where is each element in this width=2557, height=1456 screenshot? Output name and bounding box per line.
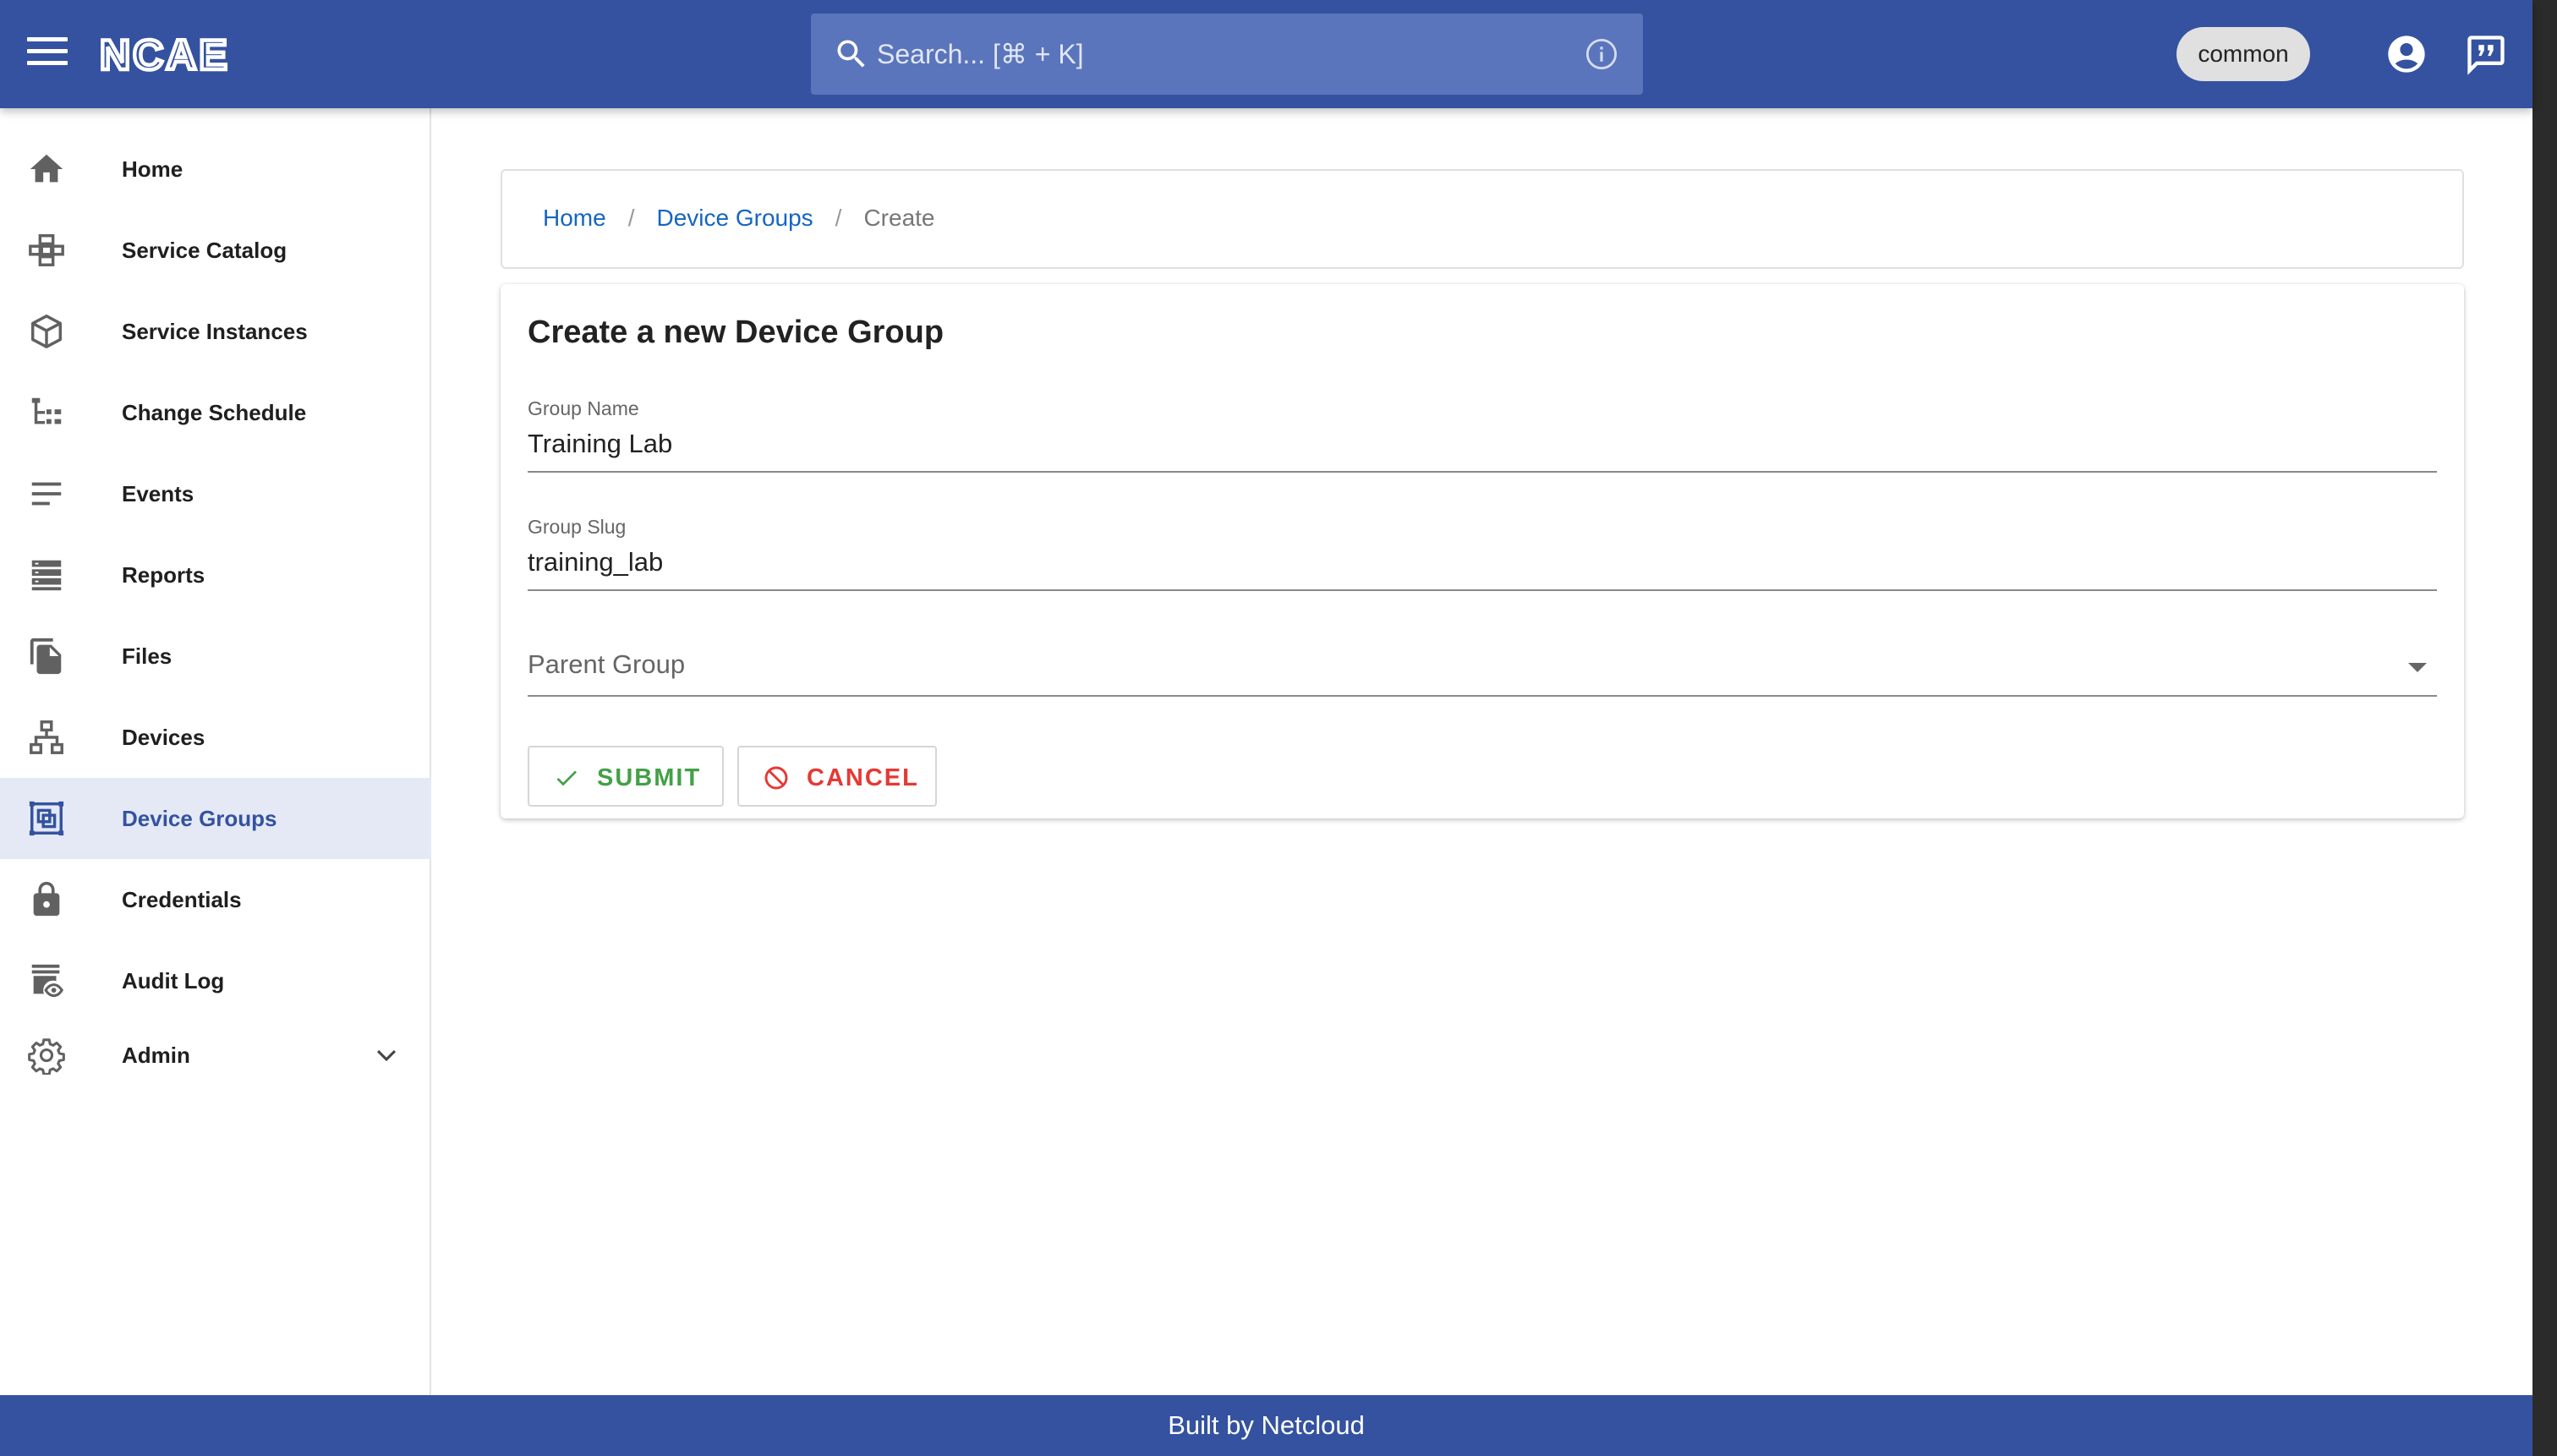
- dropdown-arrow-icon: [2408, 663, 2427, 672]
- gear-icon: [28, 1038, 65, 1075]
- page-title: Create a new Device Group: [528, 315, 945, 350]
- devices-icon: [30, 720, 63, 754]
- breadcrumb-separator: /: [627, 205, 635, 231]
- device-groups-icon: [29, 801, 64, 836]
- home-icon: [30, 154, 63, 183]
- sidebar-item-label: Change Schedule: [122, 399, 307, 425]
- sidebar-item-audit-log[interactable]: Audit Log: [0, 940, 431, 1021]
- sidebar-item-label: Devices: [122, 724, 205, 750]
- sidebar-item-change-schedule[interactable]: Change Schedule: [0, 372, 431, 453]
- sidebar-item-reports[interactable]: Reports: [0, 534, 431, 616]
- files-icon: [30, 638, 62, 675]
- sidebar-item-label: Audit Log: [122, 967, 225, 993]
- search-input[interactable]: [877, 29, 1536, 79]
- sidebar-item-service-catalog[interactable]: Service Catalog: [0, 210, 431, 291]
- create-device-group-form: Create a new Device Group Group Name Gro…: [501, 284, 2464, 818]
- ncae-logo[interactable]: NCAE: [100, 32, 277, 74]
- sidebar-item-label: Files: [122, 643, 172, 669]
- check-icon: [556, 770, 577, 786]
- group-slug-input[interactable]: [528, 544, 2437, 591]
- sidebar-item-label: Service Catalog: [122, 237, 287, 263]
- app-header: NCAE common: [0, 0, 2532, 108]
- events-lines-icon: [31, 482, 62, 506]
- breadcrumb: Home / Device Groups / Create: [543, 205, 935, 232]
- submit-button[interactable]: SUBMIT: [528, 746, 724, 807]
- sidebar-item-files[interactable]: Files: [0, 616, 431, 697]
- sidebar-item-label: Home: [122, 156, 183, 182]
- sidebar-item-devices[interactable]: Devices: [0, 697, 431, 778]
- parent-group-select[interactable]: Parent Group: [528, 641, 2437, 697]
- feedback-icon[interactable]: [2464, 32, 2508, 76]
- sidebar-item-label: Reports: [122, 561, 205, 588]
- sidebar-item-device-groups[interactable]: Device Groups: [0, 778, 431, 859]
- search-bar[interactable]: [811, 14, 1643, 95]
- breadcrumb-device-groups-link[interactable]: Device Groups: [656, 205, 813, 231]
- footer: Built by Netcloud: [0, 1395, 2532, 1456]
- cancel-button[interactable]: CANCEL: [737, 746, 937, 807]
- sidebar-item-label: Device Groups: [122, 805, 277, 831]
- cube-icon: [30, 315, 63, 348]
- sidebar-item-credentials[interactable]: Credentials: [0, 859, 431, 940]
- lock-icon: [33, 881, 60, 917]
- workspace-chip[interactable]: common: [2176, 27, 2310, 81]
- sidebar-item-label: Admin: [122, 1042, 190, 1068]
- parent-group-label: Parent Group: [528, 649, 686, 679]
- svg-text:NCAE: NCAE: [100, 32, 230, 74]
- sidebar-item-label: Credentials: [122, 886, 242, 912]
- breadcrumb-separator: /: [835, 205, 842, 231]
- footer-text: Built by Netcloud: [1168, 1410, 1365, 1440]
- sidebar-item-events[interactable]: Events: [0, 453, 431, 534]
- group-name-label: Group Name: [528, 397, 639, 419]
- submit-label: SUBMIT: [597, 764, 702, 791]
- audit-log-icon: [31, 964, 64, 998]
- sidebar-item-home[interactable]: Home: [0, 129, 431, 210]
- sidebar-item-label: Events: [122, 480, 194, 506]
- group-name-field: Group Name: [528, 397, 2437, 473]
- search-icon: [837, 40, 865, 68]
- breadcrumb-card: Home / Device Groups / Create: [501, 169, 2464, 269]
- service-catalog-icon: [29, 234, 64, 266]
- sidebar-item-admin[interactable]: Admin: [0, 1015, 431, 1096]
- chevron-down-icon[interactable]: [372, 1041, 401, 1070]
- sidebar-item-service-instances[interactable]: Service Instances: [0, 291, 431, 372]
- group-slug-field: Group Slug: [528, 516, 2437, 591]
- breadcrumb-home-link[interactable]: Home: [543, 205, 606, 231]
- cancel-label: CANCEL: [807, 764, 919, 791]
- breadcrumb-current: Create: [863, 205, 935, 231]
- info-icon[interactable]: [1584, 36, 1619, 72]
- sidebar-item-label: Service Instances: [122, 318, 308, 344]
- schedule-tree-icon: [31, 397, 62, 424]
- menu-icon[interactable]: [27, 37, 68, 71]
- window-edge: [2532, 0, 2557, 1456]
- reports-icon: [31, 560, 62, 591]
- group-name-input[interactable]: [528, 425, 2437, 473]
- account-circle-icon[interactable]: [2385, 32, 2428, 76]
- sidebar: Home Service Catalog Service Instances C…: [0, 108, 431, 1395]
- group-slug-label: Group Slug: [528, 516, 627, 538]
- block-icon: [764, 766, 788, 790]
